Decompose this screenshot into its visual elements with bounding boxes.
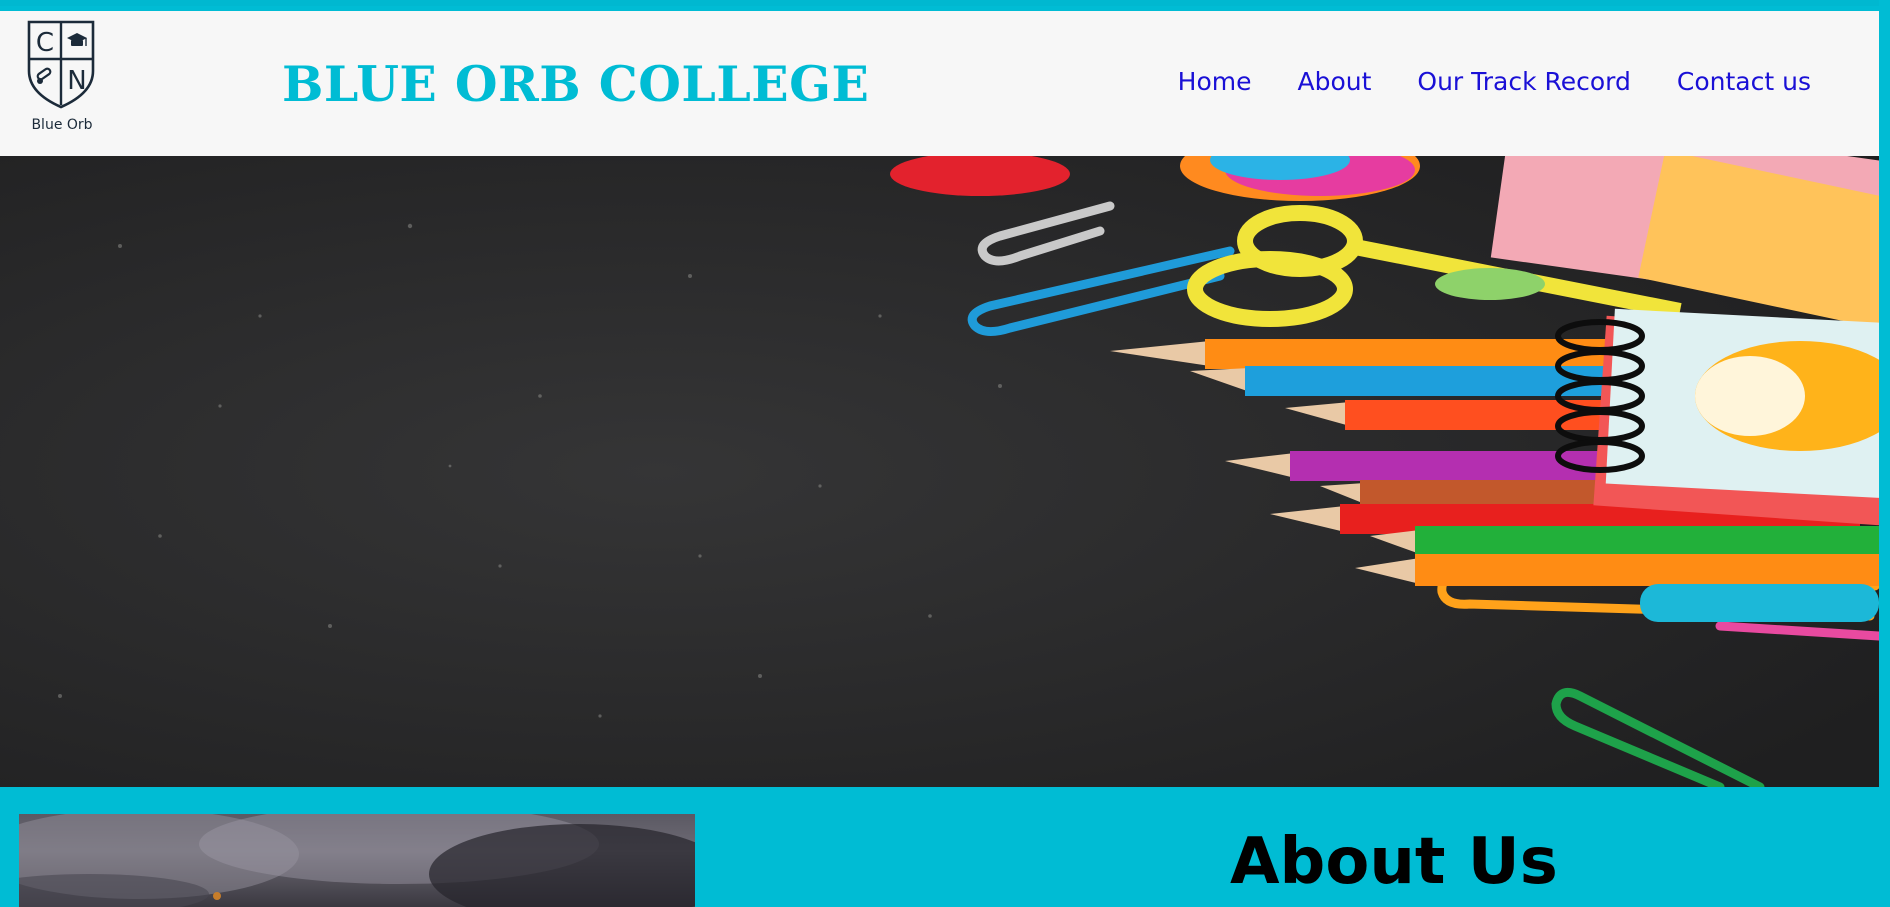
nav-link-about[interactable]: About bbox=[1297, 67, 1371, 96]
nav-link-home[interactable]: Home bbox=[1178, 67, 1252, 96]
nav-link-contact[interactable]: Contact us bbox=[1677, 67, 1811, 96]
graduation-cap-icon bbox=[67, 33, 87, 46]
nav-link-track-record[interactable]: Our Track Record bbox=[1417, 67, 1631, 96]
hero-banner bbox=[0, 156, 1879, 787]
logo-caption: Blue Orb bbox=[31, 117, 93, 133]
diploma-scroll-icon bbox=[36, 67, 52, 84]
hero-image bbox=[0, 156, 1879, 787]
site-title[interactable]: BLUE ORB COLLEGE bbox=[282, 55, 869, 113]
about-heading: About Us bbox=[1230, 825, 1558, 899]
site-header: C N Blue Orb BLUE ORB COLLEGE Home About… bbox=[0, 11, 1879, 157]
shield-crest-icon: C N bbox=[27, 20, 95, 109]
about-section: About Us bbox=[0, 787, 1879, 907]
top-accent-strip bbox=[0, 0, 1890, 6]
cloudy-sky-image bbox=[19, 814, 695, 907]
spiral-notebook-icon bbox=[1555, 308, 1879, 527]
about-image bbox=[19, 814, 695, 907]
right-accent-strip bbox=[1879, 0, 1890, 907]
svg-text:C: C bbox=[36, 28, 54, 58]
svg-text:N: N bbox=[67, 66, 86, 96]
college-logo[interactable]: C N Blue Orb bbox=[26, 19, 96, 139]
main-nav: Home About Our Track Record Contact us bbox=[1132, 67, 1811, 96]
